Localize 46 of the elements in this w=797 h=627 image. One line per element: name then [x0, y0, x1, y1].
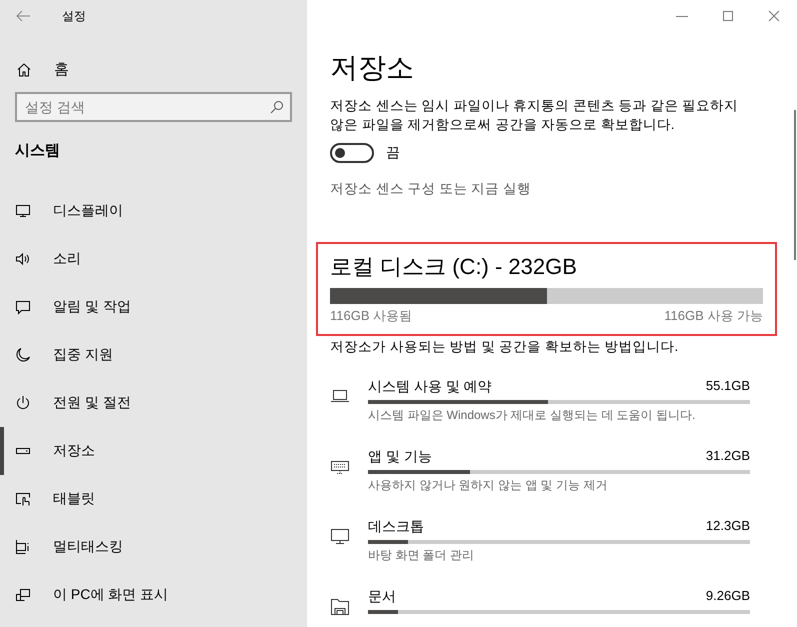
- category-description: 사용하지 않거나 원하지 않는 앱 및 기능 제거: [368, 476, 608, 494]
- usage-intro: 저장소가 사용되는 방법 및 공간을 확보하는 방법입니다.: [330, 338, 680, 356]
- speaker-icon: [15, 250, 31, 266]
- window-title: 설정: [62, 8, 86, 25]
- category-name[interactable]: 데스크톱: [368, 516, 424, 536]
- monitor-icon: [15, 202, 31, 218]
- nav-item[interactable]: 알림 및 작업: [0, 282, 307, 330]
- search-field[interactable]: 설정 검색: [15, 92, 292, 122]
- settings-link[interactable]: 저장소 센스 구성 또는 지금 실행: [330, 179, 777, 200]
- nav-item[interactable]: 집중 지원: [0, 330, 307, 378]
- page-title: 저장소: [330, 51, 415, 85]
- maximize-icon: [722, 10, 734, 22]
- message-icon: [15, 298, 31, 314]
- close-icon: [768, 10, 780, 22]
- category-description: 바탕 화면 폴더 관리: [368, 546, 476, 564]
- category-size: 12.3GB: [706, 516, 750, 534]
- nav-item[interactable]: 전원 및 절전: [0, 378, 307, 426]
- nav-item[interactable]: 멀티태스킹: [0, 522, 307, 570]
- category-size: 55.1GB: [706, 376, 750, 394]
- back-arrow-icon: [15, 8, 31, 24]
- nav-item[interactable]: 소리: [0, 234, 307, 282]
- section-heading: 시스템: [14, 141, 61, 161]
- nav-item[interactable]: 이 PC에 화면 표시: [0, 570, 307, 618]
- category-description: 시스템 파일은 Windows가 제대로 실행되는 데 도움이 됩니다.: [368, 406, 696, 424]
- touch-icon: [15, 490, 31, 506]
- moon-icon: [15, 346, 31, 362]
- power-icon: [15, 394, 31, 410]
- category-name[interactable]: 앱 및 기능: [368, 446, 432, 466]
- category-name[interactable]: 문서: [368, 586, 396, 606]
- category-name[interactable]: 시스템 사용 및 예약: [368, 376, 492, 396]
- nav-item[interactable]: 태블릿: [0, 474, 307, 522]
- toggle-label: 끔: [386, 143, 400, 162]
- nav-item[interactable]: 디스플레이: [0, 186, 307, 234]
- home-link[interactable]: 홈: [0, 54, 307, 86]
- scrollbar[interactable]: [794, 110, 796, 260]
- used-space: 116GB 사용됨: [330, 307, 412, 326]
- multitask-icon: [15, 538, 31, 554]
- search-icon: [270, 100, 284, 114]
- home-icon: [16, 62, 32, 78]
- toggle-switch[interactable]: [330, 142, 374, 162]
- project-icon: [15, 586, 31, 602]
- category-size: 9.26GB: [706, 586, 750, 604]
- disk-title: 로컬 디스크 (C:) - 232GB: [330, 253, 578, 282]
- category-size: 31.2GB: [706, 446, 750, 464]
- free-space: 116GB 사용 가능: [664, 307, 763, 326]
- description: 저장소 센스는 임시 파일이나 휴지통의 콘텐츠 등과 같은 필요하지 않은 파일을 제거함으로써 공간을 자동으로 확보합니다.: [330, 97, 740, 134]
